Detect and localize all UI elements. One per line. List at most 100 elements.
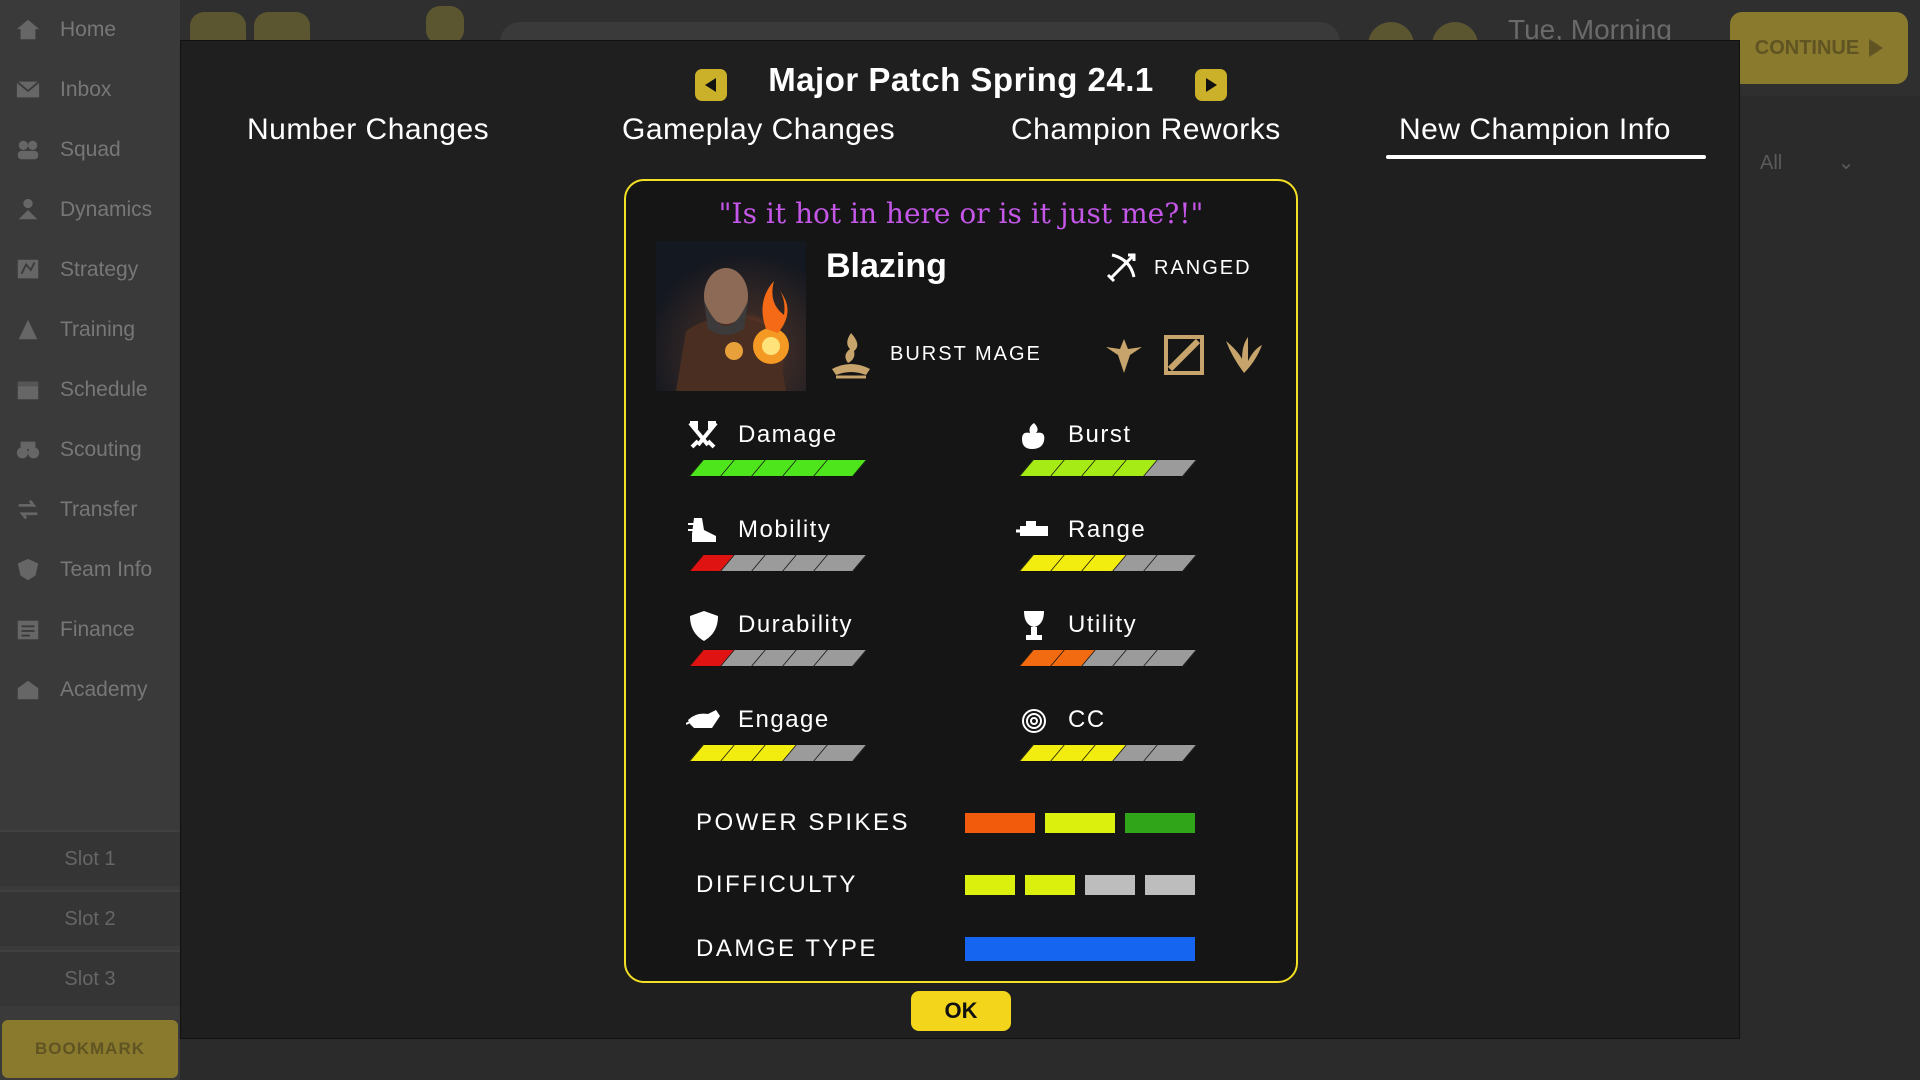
sidebar-item-transfer[interactable]: Transfer bbox=[12, 490, 180, 530]
mail-icon bbox=[12, 76, 44, 104]
sidebar-item-academy[interactable]: Academy bbox=[12, 670, 180, 710]
attack-type-label: RANGED bbox=[1154, 257, 1252, 279]
stat-name: Range bbox=[1068, 516, 1147, 543]
bookmark-button[interactable]: BOOKMARK bbox=[2, 1020, 178, 1078]
power-spike-segment bbox=[1045, 813, 1115, 833]
difficulty-segment-filled bbox=[1025, 875, 1075, 895]
continue-label: CONTINUE bbox=[1754, 36, 1860, 59]
stat-engage: Engage bbox=[686, 704, 906, 784]
bookmark-slot-2[interactable]: Slot 2 bbox=[0, 890, 180, 946]
patch-notes-modal: Major Patch Spring 24.1 Number Changes G… bbox=[180, 40, 1740, 1039]
stat-name: Utility bbox=[1068, 611, 1138, 638]
sidebar-item-label: Strategy bbox=[60, 258, 139, 281]
stat-utility: Utility bbox=[1016, 609, 1236, 689]
sidebar-item-label: Scouting bbox=[60, 438, 142, 461]
training-icon bbox=[12, 316, 44, 344]
next-patch-button[interactable] bbox=[1195, 69, 1227, 101]
sidebar-item-label: Home bbox=[60, 18, 117, 41]
mage-class-icon bbox=[832, 333, 870, 379]
triangle-right-icon bbox=[1206, 78, 1217, 92]
sidebar-item-label: Training bbox=[60, 318, 136, 341]
stat-damage: Damage bbox=[686, 419, 906, 499]
finance-icon bbox=[12, 616, 44, 644]
bookmark-slot-3[interactable]: Slot 3 bbox=[0, 950, 180, 1006]
boot-icon bbox=[688, 518, 716, 542]
jungle-role-icon bbox=[1226, 337, 1262, 373]
sidebar-item-squad[interactable]: Squad bbox=[12, 130, 180, 170]
mid-role-icon bbox=[1164, 335, 1204, 375]
stat-cc: CC bbox=[1016, 704, 1236, 784]
sidebar-item-team-info[interactable]: Team Info bbox=[12, 550, 180, 590]
sidebar-item-strategy[interactable]: Strategy bbox=[12, 250, 180, 290]
chalice-icon bbox=[1024, 611, 1044, 640]
home-icon bbox=[12, 16, 44, 44]
sidebar-item-label: Team Info bbox=[60, 558, 153, 581]
tab-number-changes[interactable]: Number Changes bbox=[247, 113, 489, 147]
sidebar-item-label: Squad bbox=[60, 138, 121, 161]
calendar-icon bbox=[12, 376, 44, 404]
difficulty-segment-empty bbox=[1085, 875, 1135, 895]
continue-button[interactable]: CONTINUE bbox=[1730, 12, 1908, 84]
sidebar-item-label: Finance bbox=[60, 618, 135, 641]
difficulty-label: DIFFICULTY bbox=[696, 871, 858, 898]
sidebar-item-schedule[interactable]: Schedule bbox=[12, 370, 180, 410]
sidebar-item-inbox[interactable]: Inbox bbox=[12, 70, 180, 110]
champion-quote: "Is it hot in here or is it just me?!" bbox=[718, 197, 1204, 230]
champion-class-label: BURST MAGE bbox=[890, 343, 1042, 365]
people-icon bbox=[12, 136, 44, 164]
stat-bar bbox=[1018, 554, 1198, 572]
sidebar-item-label: Inbox bbox=[60, 78, 112, 101]
spiral-icon bbox=[1022, 709, 1046, 733]
damage-type-bar bbox=[965, 937, 1195, 961]
champion-name: Blazing bbox=[826, 247, 947, 285]
dynamics-icon bbox=[12, 196, 44, 224]
power-spike-segment bbox=[1125, 813, 1195, 833]
sidebar-item-scouting[interactable]: Scouting bbox=[12, 430, 180, 470]
transfer-icon bbox=[12, 496, 44, 524]
binoculars-icon bbox=[12, 436, 44, 464]
filter-value: All bbox=[1760, 152, 1783, 174]
strategy-icon bbox=[12, 256, 44, 284]
crossed-swords-icon bbox=[688, 421, 718, 449]
champion-card: "Is it hot in here or is it just me?!" B… bbox=[624, 179, 1298, 983]
bow-icon bbox=[1106, 253, 1136, 283]
stat-durability: Durability bbox=[686, 609, 906, 689]
stat-burst: Burst bbox=[1016, 419, 1236, 499]
stat-name: Durability bbox=[738, 611, 854, 638]
filter-dropdown[interactable]: All ⌄ bbox=[1760, 150, 1900, 190]
stat-name: Burst bbox=[1068, 421, 1132, 448]
active-tab-indicator bbox=[1386, 155, 1706, 159]
bull-icon bbox=[686, 710, 720, 728]
bookmark-slot-1[interactable]: Slot 1 bbox=[0, 830, 180, 886]
sidebar-item-label: Academy bbox=[60, 678, 148, 701]
sidebar-item-finance[interactable]: Finance bbox=[12, 610, 180, 650]
stat-name: Engage bbox=[738, 706, 830, 733]
stat-bar bbox=[1018, 459, 1198, 477]
power-spikes-label: POWER SPIKES bbox=[696, 809, 911, 836]
academy-icon bbox=[12, 676, 44, 704]
damage-type-label: DAMGE TYPE bbox=[696, 935, 878, 962]
sidebar-item-training[interactable]: Training bbox=[12, 310, 180, 350]
support-role-icon bbox=[1106, 339, 1142, 373]
ok-button[interactable]: OK bbox=[911, 991, 1011, 1031]
sidebar-item-label: Schedule bbox=[60, 378, 148, 401]
difficulty-segment-filled bbox=[965, 875, 1015, 895]
range-icon bbox=[1016, 521, 1048, 536]
tab-champion-reworks[interactable]: Champion Reworks bbox=[1011, 113, 1281, 147]
stat-name: Mobility bbox=[738, 516, 832, 543]
sidebar-item-dynamics[interactable]: Dynamics bbox=[12, 190, 180, 230]
stat-name: CC bbox=[1068, 706, 1106, 733]
stat-bar bbox=[1018, 744, 1198, 762]
tab-new-champion-info[interactable]: New Champion Info bbox=[1399, 113, 1671, 147]
crest-icon bbox=[12, 556, 44, 584]
shield-icon bbox=[690, 611, 718, 641]
stat-bar bbox=[1018, 649, 1198, 667]
sidebar-item-home[interactable]: Home bbox=[12, 10, 180, 50]
power-spike-segment bbox=[965, 813, 1035, 833]
sidebar-item-label: Transfer bbox=[60, 498, 138, 521]
tab-gameplay-changes[interactable]: Gameplay Changes bbox=[622, 113, 895, 147]
chevron-down-icon: ⌄ bbox=[1837, 152, 1855, 174]
difficulty-segment-empty bbox=[1145, 875, 1195, 895]
modal-title: Major Patch Spring 24.1 bbox=[768, 61, 1154, 98]
up-button[interactable] bbox=[426, 6, 464, 44]
